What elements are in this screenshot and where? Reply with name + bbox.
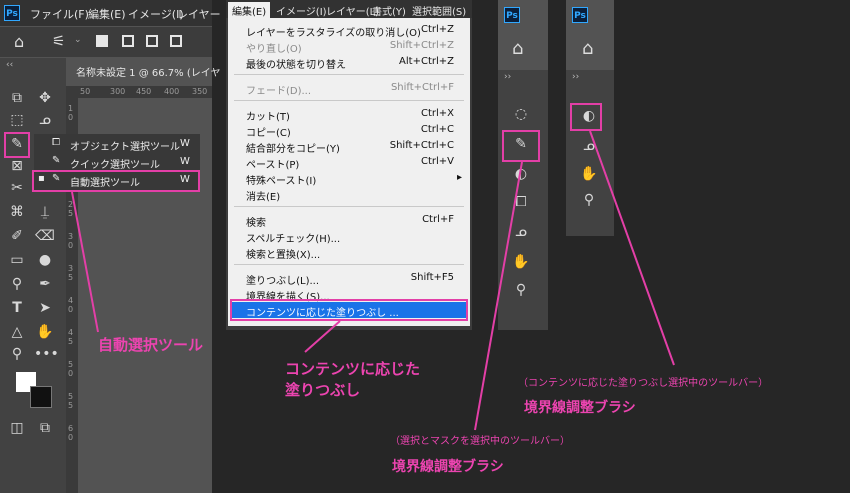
label-boundary-brush-1: 境界線調整ブラシ bbox=[524, 400, 636, 416]
callout-line bbox=[474, 161, 523, 431]
callout-line bbox=[71, 191, 99, 333]
label-boundary-brush-2: 境界線調整ブラシ bbox=[392, 459, 504, 475]
label-toolbar-content-fill-note: （コンテンツに応じた塗りつぶし選択中のツールバー） bbox=[518, 378, 769, 389]
label-content-fill-1: コンテンツに応じた bbox=[285, 360, 421, 378]
callout-line bbox=[304, 320, 341, 353]
callout-line bbox=[589, 130, 675, 366]
label-auto-select: 自動選択ツール bbox=[98, 336, 204, 354]
callout-lines bbox=[71, 130, 675, 431]
label-content-fill-2: 塗りつぶし bbox=[285, 381, 361, 399]
label-toolbar-mask-note: （選択とマスクを選択中のツールバー） bbox=[390, 436, 570, 447]
